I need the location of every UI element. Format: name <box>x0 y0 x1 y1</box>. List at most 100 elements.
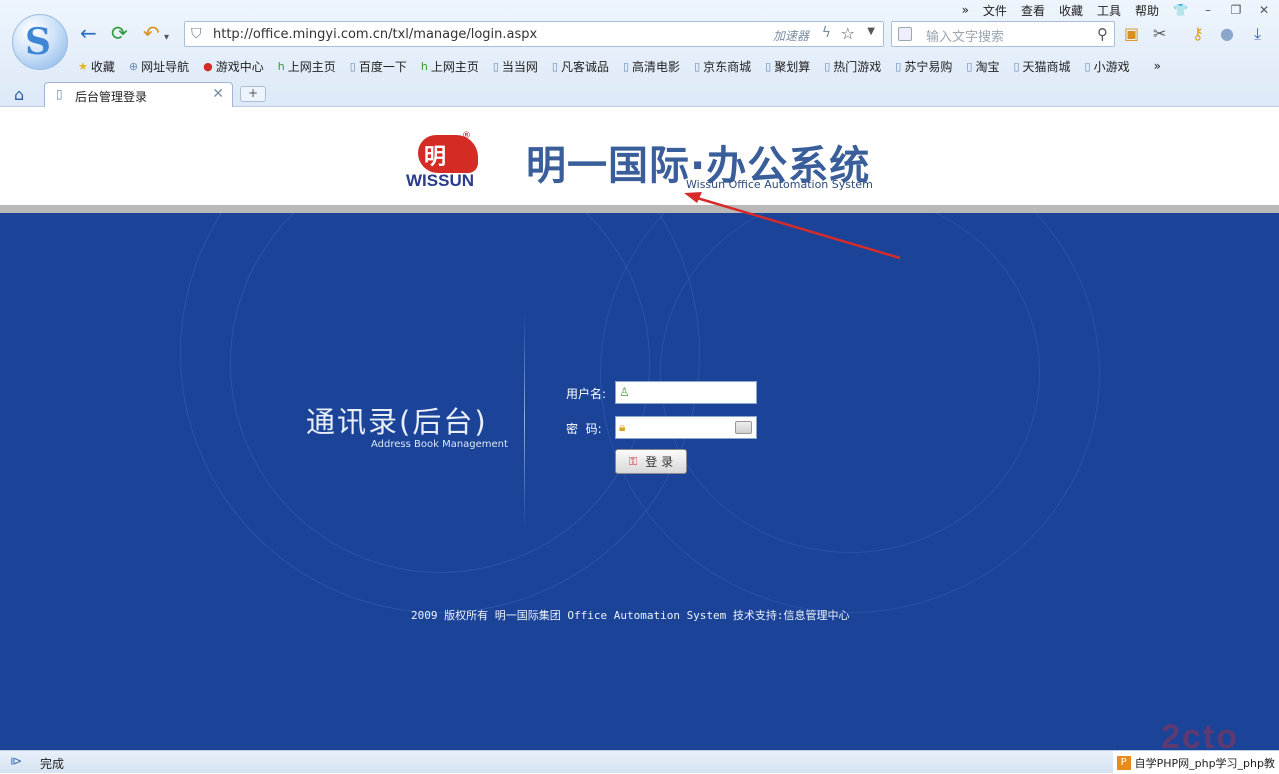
fav-label: 聚划算 <box>774 59 811 74</box>
fav-item[interactable]: ▯ 当当网 <box>493 58 538 75</box>
fav-label: 高清电影 <box>632 59 681 74</box>
close-window-icon[interactable]: ✕ <box>1257 3 1271 17</box>
favorites-bar: ★ 收藏 ⊕ 网址导航 ● 游戏中心 h 上网主页 ▯ 百度一下 h 上网主页 ▯ 当当网 ▯… <box>78 57 1161 75</box>
undo-dropdown-icon[interactable]: ▾ <box>164 27 169 49</box>
watermark-bar: P 自学PHP网_php学习_php教 <box>1112 751 1279 774</box>
skin-icon[interactable]: 👕 <box>1173 3 1188 17</box>
menu-file[interactable]: 文件 <box>983 2 1007 19</box>
page-icon: ▯ <box>56 87 63 101</box>
fav-item[interactable]: ▯ 百度一下 <box>350 58 407 75</box>
menu-overflow-icon[interactable]: » <box>962 3 969 17</box>
page-icon: ▯ <box>824 59 831 73</box>
lock-icon: 🔒︎ <box>619 420 626 434</box>
fav-label: 百度一下 <box>358 59 407 74</box>
fav-item[interactable]: ▯ 小游戏 <box>1085 58 1130 75</box>
login-panel: 通讯录(后台) Address Book Management 用户名: ♙ 密… <box>0 213 1279 750</box>
fav-item[interactable]: ⊕ 网址导航 <box>129 58 189 75</box>
undo-close-icon[interactable]: ↶ <box>143 22 160 44</box>
search-placeholder[interactable]: 输入文字搜索 <box>926 26 1004 45</box>
fav-label: 上网主页 <box>287 59 336 74</box>
close-tab-icon[interactable]: ✕ <box>212 86 224 102</box>
page-content: 明 ® WISSUN 明一国际·办公系统 Wissun Office Autom… <box>0 107 1279 750</box>
minimize-icon[interactable]: – <box>1201 3 1215 17</box>
fav-item[interactable]: ▯ 高清电影 <box>623 58 680 75</box>
vertical-divider <box>524 313 525 528</box>
accelerator-label[interactable]: 加速器 <box>773 27 809 44</box>
username-input[interactable] <box>634 384 738 401</box>
security-shield-icon: ⛉ <box>191 26 202 42</box>
login-button[interactable]: ⚿ 登 录 <box>615 449 687 474</box>
hao-icon: h <box>420 59 428 73</box>
menu-view[interactable]: 查看 <box>1021 2 1045 19</box>
fav-label: 当当网 <box>501 59 538 74</box>
page-icon: ▯ <box>622 59 630 73</box>
tab-strip: ⌂ ▯ 后台管理登录 ✕ + <box>0 82 1279 107</box>
lightning-icon[interactable]: ϟ <box>822 25 831 41</box>
feeds-icon[interactable]: ▣ <box>1124 24 1139 43</box>
key-icon[interactable]: ⚷ <box>1192 24 1204 43</box>
game-icon: ● <box>203 59 213 73</box>
fav-item[interactable]: ▯ 京东商城 <box>694 58 751 75</box>
search-icon[interactable]: ⚲ <box>1097 25 1108 43</box>
password-input[interactable] <box>634 419 738 436</box>
fav-label: 凡客诚品 <box>560 59 609 74</box>
fav-item[interactable]: ▯ 淘宝 <box>966 58 999 75</box>
wissun-logo: 明 ® WISSUN <box>406 131 498 191</box>
page-icon: ▯ <box>694 59 701 73</box>
page-icon: ▯ <box>551 59 558 73</box>
fav-item[interactable]: ▯ 天猫商城 <box>1013 58 1070 75</box>
password-field[interactable]: 🔒︎ <box>615 416 757 439</box>
password-label: 密 码: <box>566 422 602 436</box>
fav-label: 网址导航 <box>141 59 190 74</box>
tab-active[interactable]: ▯ 后台管理登录 ✕ <box>44 82 233 107</box>
back-icon[interactable]: ← <box>80 22 97 44</box>
menu-tools[interactable]: 工具 <box>1097 2 1121 19</box>
fav-item[interactable]: h 上网主页 <box>421 58 479 75</box>
fav-label: 收藏 <box>90 59 115 74</box>
fav-item[interactable]: h 上网主页 <box>278 58 336 75</box>
username-label: 用户名: <box>566 387 607 401</box>
menu-help[interactable]: 帮助 <box>1135 2 1159 19</box>
fav-item[interactable]: ▯ 热门游戏 <box>824 58 881 75</box>
browser-logo-icon[interactable]: S <box>12 14 68 70</box>
fav-label: 上网主页 <box>430 59 479 74</box>
refresh-icon[interactable]: ⟳ <box>111 22 128 44</box>
restore-icon[interactable]: ❐ <box>1229 3 1243 17</box>
page-icon: ▯ <box>1084 59 1091 73</box>
fav-label: 淘宝 <box>975 59 1000 74</box>
tab-title: 后台管理登录 <box>75 90 148 104</box>
fav-label: 小游戏 <box>1093 59 1130 74</box>
fav-item[interactable]: ▯ 凡客诚品 <box>552 58 609 75</box>
copyright: 2009 版权所有 明一国际集团 Office Automation Syste… <box>411 609 850 622</box>
keyboard-icon[interactable] <box>735 421 752 434</box>
fav-item[interactable]: ▯ 聚划算 <box>765 58 810 75</box>
scissors-icon[interactable]: ✂ <box>1153 24 1166 43</box>
menu-bar: » 文件 查看 收藏 工具 帮助 👕 – ❐ ✕ <box>962 2 1271 18</box>
address-bar[interactable]: ⛉ http://office.mingyi.com.cn/txl/manage… <box>184 21 884 47</box>
status-play-icon[interactable]: ⧐ <box>10 754 22 768</box>
app-subtitle: Address Book Management <box>371 439 508 450</box>
page-icon: ▯ <box>1013 59 1020 73</box>
logo-brand: WISSUN <box>406 171 474 190</box>
key-icon: ⚿ <box>628 454 638 468</box>
chat-icon[interactable]: ● <box>1220 24 1234 43</box>
home-icon[interactable]: ⌂ <box>14 85 24 104</box>
new-tab-button[interactable]: + <box>240 86 266 102</box>
watermark-text: 自学PHP网_php学习_php教 <box>1134 756 1275 770</box>
address-dropdown-icon[interactable]: ▼ <box>867 26 875 37</box>
fav-label: 天猫商城 <box>1022 59 1071 74</box>
menu-favorites[interactable]: 收藏 <box>1059 2 1083 19</box>
address-url[interactable]: http://office.mingyi.com.cn/txl/manage/l… <box>213 27 537 42</box>
favorites-overflow-icon[interactable]: » <box>1154 59 1161 73</box>
search-engine-icon[interactable] <box>898 27 912 41</box>
download-icon[interactable]: ⤓ <box>1254 24 1261 44</box>
fav-label: 游戏中心 <box>215 59 264 74</box>
username-field[interactable]: ♙ <box>615 381 757 404</box>
fav-item[interactable]: ★ 收藏 <box>78 58 115 75</box>
bookmark-star-icon[interactable]: ☆ <box>841 24 855 43</box>
fav-item[interactable]: ▯ 苏宁易购 <box>895 58 952 75</box>
status-text: 完成 <box>40 757 65 771</box>
search-box[interactable]: 输入文字搜索 ⚲ <box>891 21 1115 47</box>
fav-item[interactable]: ● 游戏中心 <box>203 58 264 75</box>
logo-char: 明 <box>424 145 447 170</box>
